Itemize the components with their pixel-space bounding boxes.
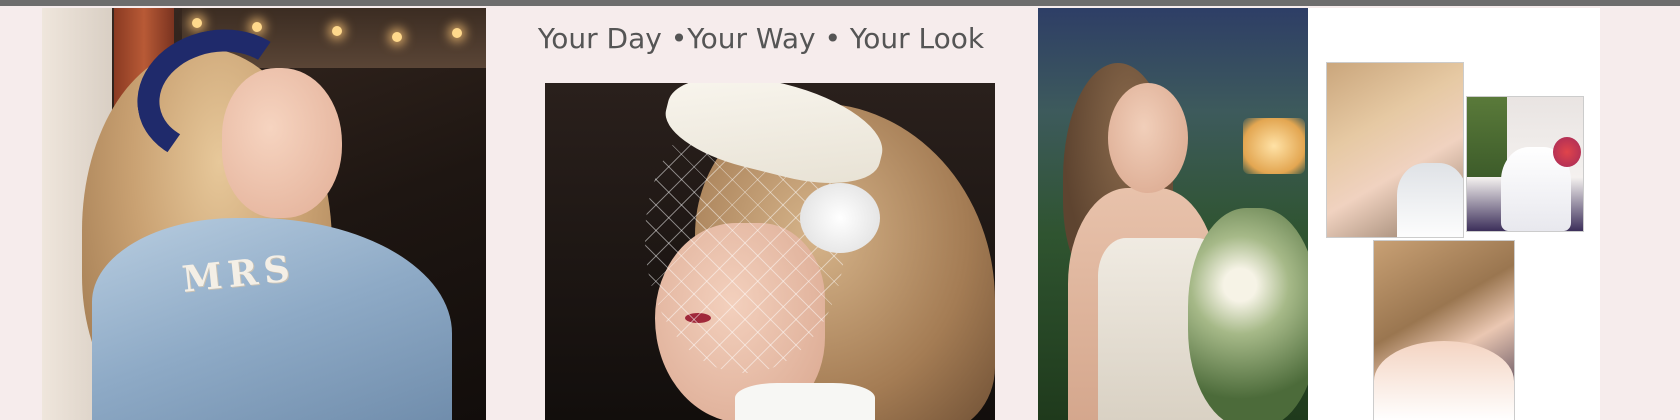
- dress-strap: [735, 383, 875, 420]
- bridal-bouquet: [1188, 208, 1308, 420]
- ceiling-light: [392, 32, 402, 42]
- bride-face: [1108, 83, 1188, 193]
- flower-accessory: [800, 183, 880, 253]
- tagline-heading: Your Day •Your Way • Your Look: [537, 22, 985, 55]
- bridal-bouquet: [1553, 137, 1581, 167]
- photo-collage: [1308, 8, 1600, 420]
- ceiling-light: [332, 26, 342, 36]
- collage-thumb-closeup: [1326, 62, 1464, 238]
- ceiling-light: [192, 18, 202, 28]
- beaded-shoulder: [1374, 341, 1514, 420]
- window: [1467, 97, 1507, 177]
- photo-bride-bouquet: [1038, 8, 1308, 420]
- photo-bride-denim-jacket: MRS: [42, 8, 486, 420]
- ceiling-light: [252, 22, 262, 32]
- top-border-bar: [0, 0, 1680, 6]
- denim-jacket: [92, 218, 452, 420]
- beaded-shoulder: [1397, 163, 1463, 237]
- collage-thumb-shoulder-detail: [1373, 240, 1515, 420]
- photo-bride-veil-closeup: [545, 83, 995, 420]
- collage-thumb-full-gown: [1466, 96, 1584, 232]
- ceiling-light: [452, 28, 462, 38]
- garden-lamp: [1243, 118, 1305, 174]
